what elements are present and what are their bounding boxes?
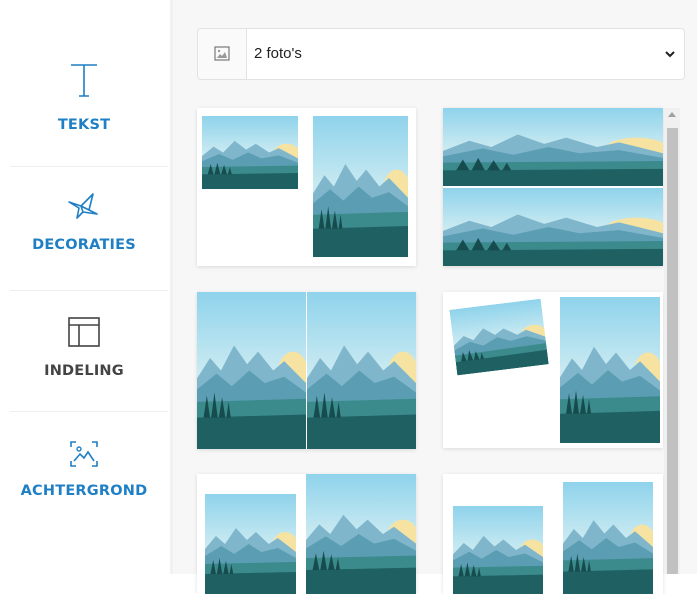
sidebar-item-label: DECORATIES xyxy=(32,237,136,253)
layout-option-1[interactable] xyxy=(197,108,416,266)
placeholder-photo xyxy=(202,116,298,189)
placeholder-photo xyxy=(306,474,416,594)
placeholder-photo xyxy=(453,506,543,594)
sidebar-item-indeling[interactable]: INDELING xyxy=(0,316,168,379)
divider xyxy=(10,290,168,291)
layout-option-3[interactable] xyxy=(197,292,416,449)
sidebar: TEKST DECORATIES INDELING ACHTERGROND xyxy=(0,0,170,574)
photo-count-select[interactable]: 2 foto's xyxy=(197,28,685,80)
select-icon-box xyxy=(198,29,247,79)
chevron-down-icon xyxy=(664,47,676,65)
text-icon xyxy=(0,62,168,103)
sidebar-item-label: INDELING xyxy=(44,363,124,379)
layout-option-6[interactable] xyxy=(443,474,663,594)
layout-option-2[interactable] xyxy=(443,108,663,266)
placeholder-photo xyxy=(443,188,663,266)
sidebar-item-achtergrond[interactable]: ACHTERGROND xyxy=(0,440,168,499)
placeholder-photo xyxy=(443,108,663,186)
background-image-icon xyxy=(0,440,168,473)
image-icon xyxy=(214,46,230,66)
layout-option-4[interactable] xyxy=(443,292,663,448)
placeholder-photo xyxy=(560,297,660,443)
sidebar-item-label: TEKST xyxy=(57,117,111,133)
scrollbar-thumb[interactable] xyxy=(667,128,678,574)
divider xyxy=(10,166,168,167)
layout-icon xyxy=(0,316,168,353)
scroll-up-arrow-icon[interactable] xyxy=(668,112,676,117)
sidebar-item-tekst[interactable]: TEKST xyxy=(0,62,168,133)
sidebar-item-label: ACHTERGROND xyxy=(20,483,148,499)
origami-bird-icon xyxy=(0,192,168,225)
placeholder-photo xyxy=(449,299,548,376)
select-value: 2 foto's xyxy=(254,45,302,62)
placeholder-photo xyxy=(205,494,296,594)
placeholder-photo xyxy=(307,292,416,449)
placeholder-photo xyxy=(563,482,653,594)
layout-option-5[interactable] xyxy=(197,474,416,594)
divider xyxy=(10,411,168,412)
sidebar-item-decoraties[interactable]: DECORATIES xyxy=(0,192,168,253)
placeholder-photo xyxy=(197,292,306,449)
placeholder-photo xyxy=(313,116,408,257)
